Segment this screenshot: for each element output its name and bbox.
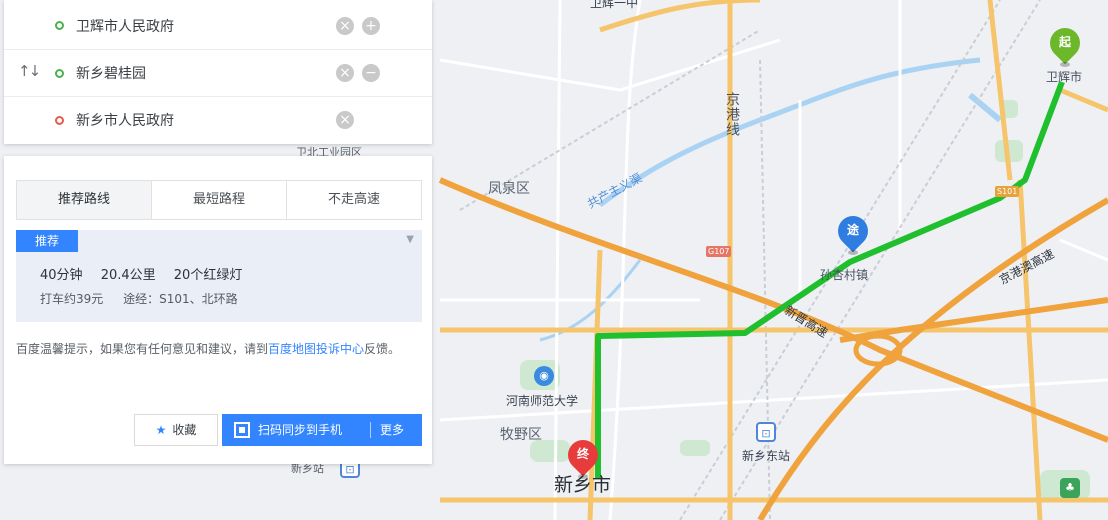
- waypoint-via-name[interactable]: 新乡碧桂园: [76, 63, 146, 83]
- feedback-text-2: 反馈。: [364, 342, 401, 356]
- park-icon[interactable]: ♣: [1060, 478, 1080, 498]
- waypoint-start-name[interactable]: 卫辉市人民政府: [76, 16, 174, 36]
- clear-icon[interactable]: ×: [336, 16, 354, 35]
- start-pin-shadow: [1060, 62, 1070, 67]
- map-label-jinggang-road[interactable]: 京港线: [722, 92, 742, 137]
- park-area: [680, 440, 710, 456]
- swap-icon[interactable]: ↑↓: [18, 62, 41, 80]
- feedback-text-1: 百度温馨提示，如果您有任何意见和建议，请到: [16, 342, 269, 356]
- waypoint-row-end[interactable]: 新乡市人民政府 ×: [4, 96, 432, 143]
- start-pin-label: 起: [1058, 35, 1071, 49]
- end-pin-label: 终: [576, 447, 589, 461]
- tab-no-highway[interactable]: 不走高速: [287, 181, 421, 219]
- route-panel: 推荐路线 最短路程 不走高速 推荐 ▼ 40分钟 20.4公里 20个红绿灯 打…: [4, 156, 432, 464]
- button-separator: [370, 422, 371, 438]
- route-via: 途经：S101、北环路: [123, 292, 238, 306]
- map-label-east-station[interactable]: 新乡东站: [742, 447, 790, 464]
- via-pin-shadow: [848, 250, 858, 255]
- map-label-muye[interactable]: 牧野区: [500, 424, 542, 444]
- train-station-icon[interactable]: ⊡: [756, 422, 776, 442]
- route-duration: 40分钟: [40, 268, 83, 283]
- route-card[interactable]: 推荐 ▼ 40分钟 20.4公里 20个红绿灯 打车约39元 途经：S101、北…: [16, 230, 422, 322]
- tab-shortest[interactable]: 最短路程: [152, 181, 287, 219]
- favorite-label: 收藏: [172, 423, 197, 437]
- start-pin[interactable]: 起: [1043, 21, 1087, 68]
- end-pin[interactable]: 终: [561, 433, 605, 480]
- waypoint-row-via[interactable]: 新乡碧桂园 × −: [4, 49, 432, 96]
- map-label-fengquan[interactable]: 凤泉区: [488, 178, 530, 198]
- clear-icon[interactable]: ×: [336, 111, 354, 129]
- add-waypoint-icon[interactable]: +: [362, 16, 380, 35]
- via-pin[interactable]: 途: [831, 209, 875, 256]
- map-label-university[interactable]: 河南师范大学: [506, 392, 578, 409]
- route-sub: 打车约39元 途经：S101、北环路: [40, 290, 254, 307]
- remove-waypoint-icon[interactable]: −: [362, 64, 380, 82]
- waypoints-panel: 卫辉市人民政府 × + 新乡碧桂园 × − 新乡市人民政府 × ↑↓: [4, 0, 432, 144]
- university-icon[interactable]: ◉: [534, 366, 554, 386]
- sync-to-phone-button[interactable]: 扫码同步到手机 更多: [222, 414, 422, 446]
- route-distance: 20.4公里: [100, 268, 156, 283]
- feedback-link[interactable]: 百度地图投诉中心: [268, 342, 364, 356]
- tab-recommended[interactable]: 推荐路线: [17, 181, 152, 219]
- recommend-badge: 推荐: [16, 230, 78, 252]
- road-shield-s101: S101: [995, 186, 1020, 197]
- route-taxi: 打车约39元: [40, 292, 104, 306]
- waypoint-end-name[interactable]: 新乡市人民政府: [76, 110, 174, 130]
- chevron-down-icon[interactable]: ▼: [406, 234, 414, 245]
- favorite-button[interactable]: ★ 收藏: [134, 414, 218, 446]
- map-label-town[interactable]: 孙杏村镇: [820, 266, 868, 283]
- route-tabs: 推荐路线 最短路程 不走高速: [16, 180, 422, 220]
- feedback-text: 百度温馨提示，如果您有任何意见和建议，请到百度地图投诉中心反馈。: [16, 338, 422, 360]
- waypoint-row-start[interactable]: 卫辉市人民政府 × +: [4, 2, 432, 49]
- more-button[interactable]: 更多: [380, 414, 404, 446]
- start-dot-icon: [55, 21, 64, 30]
- route-lights: 20个红绿灯: [173, 268, 243, 283]
- road-shield-g107: G107: [706, 246, 732, 257]
- qr-code-icon: [234, 422, 250, 438]
- end-dot-icon: [55, 115, 64, 125]
- star-icon: ★: [155, 423, 167, 437]
- sync-label: 扫码同步到手机: [258, 423, 343, 437]
- via-dot-icon: [55, 68, 64, 78]
- via-pin-label: 途: [846, 223, 859, 237]
- route-stats: 40分钟 20.4公里 20个红绿灯: [40, 264, 256, 283]
- map-label-weihui[interactable]: 卫辉市: [1046, 68, 1082, 85]
- clear-icon[interactable]: ×: [336, 64, 354, 82]
- end-pin-shadow: [578, 474, 588, 479]
- map-label-top-poi[interactable]: 卫辉一中: [590, 0, 638, 11]
